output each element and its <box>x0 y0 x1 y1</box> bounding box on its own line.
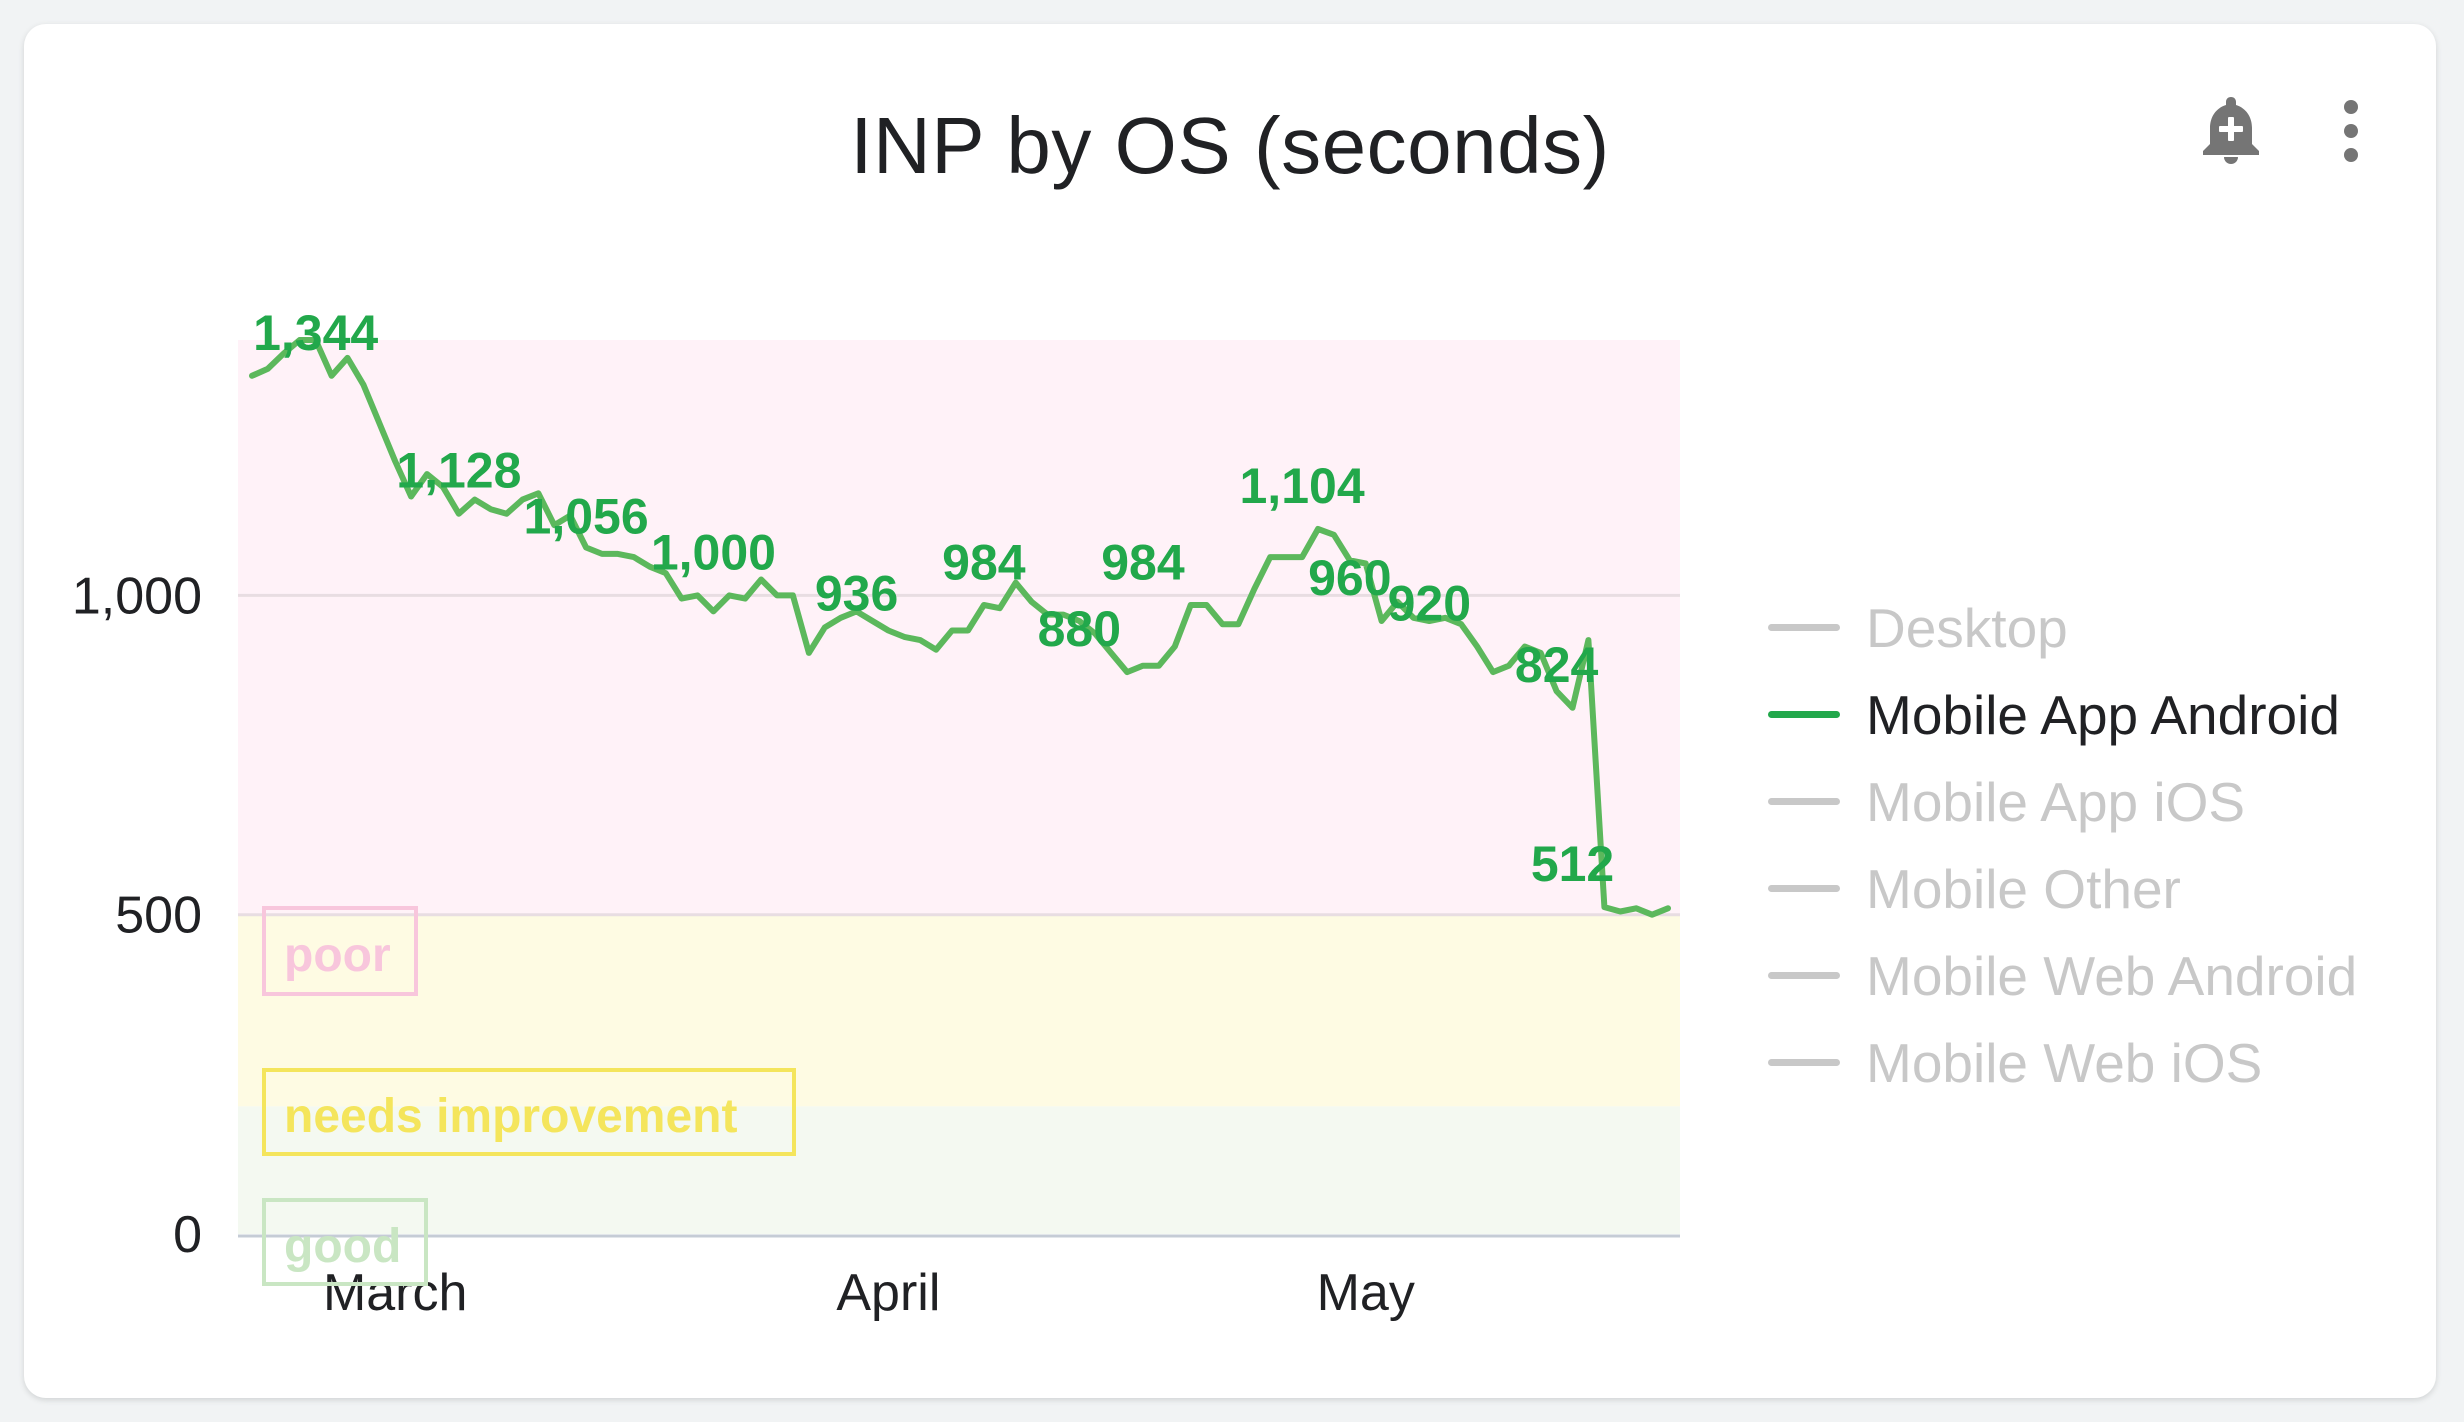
legend-item-mobile-web-android[interactable]: Mobile Web Android <box>1768 932 2357 1019</box>
y-tick-label: 500 <box>115 887 202 945</box>
y-tick-label: 0 <box>173 1206 202 1264</box>
legend-swatch <box>1768 972 1840 979</box>
legend-label: Mobile Other <box>1866 857 2181 920</box>
data-label: 984 <box>1101 535 1185 591</box>
y-tick-label: 1,000 <box>72 567 202 625</box>
data-label: 512 <box>1531 836 1614 892</box>
legend-swatch <box>1768 1059 1840 1066</box>
data-label: 984 <box>942 535 1026 591</box>
legend-label: Mobile App Android <box>1866 683 2340 746</box>
legend-label: Mobile App iOS <box>1866 770 2246 833</box>
x-tick-label: May <box>1317 1264 1415 1322</box>
legend-label: Desktop <box>1866 596 2068 659</box>
data-label: 960 <box>1308 550 1391 606</box>
legend-label: Mobile Web iOS <box>1866 1031 2263 1094</box>
data-label: 1,000 <box>651 524 776 580</box>
threshold-label-good: good <box>284 1220 401 1273</box>
legend-item-mobile-web-ios[interactable]: Mobile Web iOS <box>1768 1019 2357 1106</box>
legend-swatch <box>1768 885 1840 892</box>
threshold-label-needs-improvement: needs improvement <box>284 1090 737 1143</box>
data-label: 936 <box>815 565 898 621</box>
legend-label: Mobile Web Android <box>1866 944 2358 1007</box>
threshold-label-poor: poor <box>284 929 391 982</box>
data-label: 1,344 <box>253 305 378 361</box>
legend-swatch <box>1768 624 1840 631</box>
data-label: 824 <box>1515 637 1599 693</box>
data-label: 920 <box>1388 576 1471 632</box>
legend-item-desktop[interactable]: Desktop <box>1768 584 2357 671</box>
data-label: 880 <box>1038 601 1121 657</box>
data-label: 1,056 <box>524 489 649 545</box>
legend-item-mobile-app-ios[interactable]: Mobile App iOS <box>1768 758 2357 845</box>
data-label: 1,104 <box>1240 458 1365 514</box>
legend-swatch <box>1768 798 1840 805</box>
chart-legend: Desktop Mobile App Android Mobile App iO… <box>1768 584 2357 1106</box>
legend-swatch <box>1768 711 1840 718</box>
legend-item-mobile-app-android[interactable]: Mobile App Android <box>1768 671 2357 758</box>
threshold-band-needs-improvement <box>238 914 1680 1107</box>
data-label: 1,128 <box>396 443 521 499</box>
chart-card: INP by OS (seconds) 0 500 1,000 March April M… <box>24 24 2436 1398</box>
legend-item-mobile-other[interactable]: Mobile Other <box>1768 845 2357 932</box>
x-tick-label: April <box>836 1264 940 1322</box>
